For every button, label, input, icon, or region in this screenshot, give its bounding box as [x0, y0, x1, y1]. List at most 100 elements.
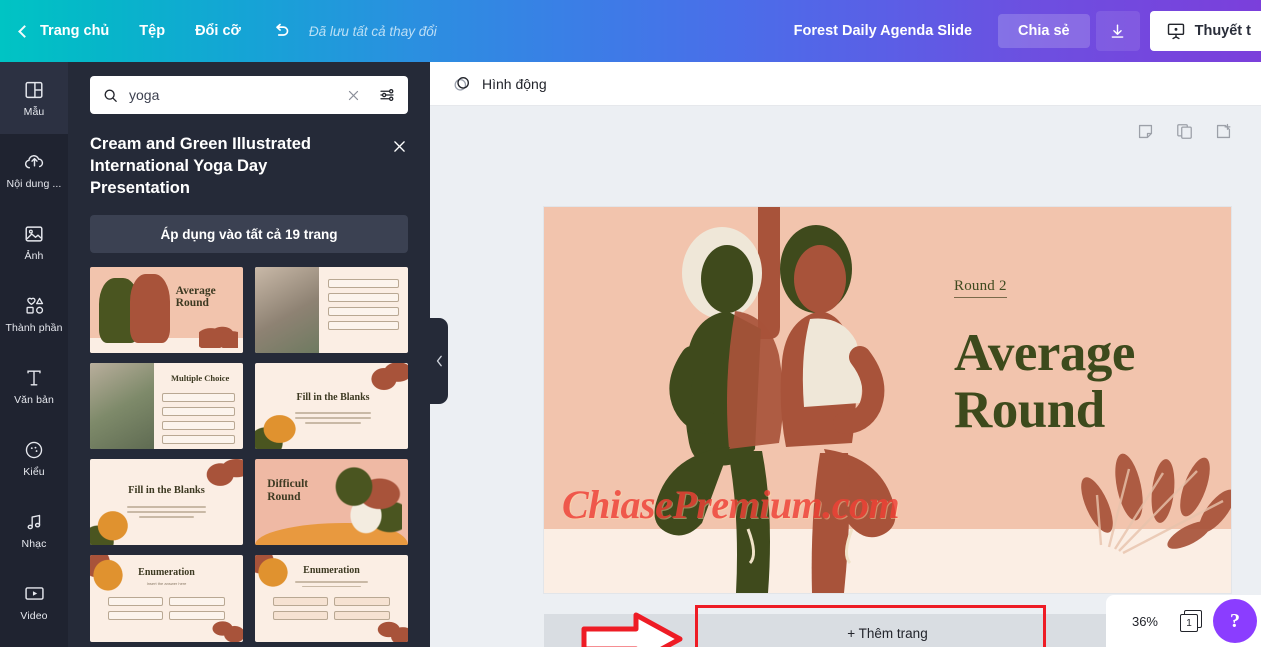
sidebar-label-music: Nhạc	[21, 537, 47, 550]
template-thumbnail[interactable]: Multiple Choice	[90, 363, 243, 450]
template-thumbnail[interactable]: Enumeration	[255, 555, 408, 642]
search-filter-button[interactable]	[375, 86, 396, 104]
canvas-toolbar: Hình động	[430, 62, 1261, 106]
sidebar-label-video: Video	[20, 610, 48, 623]
top-bar-right-group: Forest Daily Agenda Slide Chia sẻ Thuyết…	[768, 0, 1261, 62]
sidebar-item-elements[interactable]: Thành phần	[0, 278, 68, 350]
video-icon	[24, 587, 44, 601]
yoga-illustration	[654, 207, 896, 593]
sidebar-label-uploads: Nội dung ...	[6, 178, 62, 191]
sidebar-item-styles[interactable]: Kiểu	[0, 422, 68, 494]
help-button[interactable]: ?	[1213, 599, 1257, 643]
page-count-icon[interactable]: 1	[1180, 610, 1202, 632]
search-input[interactable]	[129, 87, 332, 103]
thumbnail-title: Fill in the Blanks	[296, 391, 370, 403]
music-note-icon	[27, 514, 41, 530]
canvas-area: Round 2 Average Round ChiasePremium.com …	[430, 106, 1261, 647]
chevron-left-icon	[436, 355, 442, 367]
presentation-screen-icon	[1167, 23, 1184, 40]
sidebar-item-photos[interactable]: Ảnh	[0, 206, 68, 278]
sidebar-label-templates: Mẫu	[23, 105, 45, 118]
slide-canvas[interactable]: Round 2 Average Round ChiasePremium.com	[544, 207, 1231, 593]
resize-button[interactable]: Đổi cỡ	[180, 0, 256, 62]
sidebar-item-templates[interactable]: Mẫu	[0, 62, 68, 134]
thumbnail-title: Difficult Round	[267, 478, 309, 503]
save-status: Đã lưu tất cả thay đổi	[308, 23, 437, 39]
add-page-label: + Thêm trang	[847, 625, 928, 641]
present-button[interactable]: Thuyết t	[1149, 11, 1261, 51]
sliders-filter-icon	[380, 89, 394, 101]
apply-to-all-pages-button[interactable]: Áp dụng vào tất cả 19 trang	[90, 215, 408, 254]
search-icon	[104, 89, 117, 102]
sidebar-item-uploads[interactable]: Nội dung ...	[0, 134, 68, 206]
sidebar-label-text: Văn bản	[14, 393, 54, 406]
upload-cloud-icon	[24, 155, 43, 169]
slide-title-line1: Average	[954, 324, 1135, 382]
animate-circles-icon	[454, 76, 469, 91]
template-thumbnail[interactable]	[255, 267, 408, 354]
page-number: 1	[1180, 614, 1198, 632]
sidebar-item-video[interactable]: Video	[0, 566, 68, 638]
add-page-icon[interactable]	[1214, 122, 1233, 146]
zoom-percent[interactable]: 36%	[1132, 614, 1158, 629]
undo-icon	[276, 23, 289, 36]
panel-header: Cream and Green Illustrated Internationa…	[68, 124, 430, 199]
present-label: Thuyết t	[1194, 23, 1251, 39]
share-button[interactable]: Chia sẻ	[998, 14, 1090, 48]
left-rail: Mẫu Nội dung ... Ảnh Thành phần Văn bản …	[0, 62, 68, 647]
canva-editor-window: Trang chủ Tệp Đổi cỡ Đã lưu tất cả thay …	[0, 0, 1261, 647]
collapse-panel-handle[interactable]	[430, 318, 448, 404]
chevron-left-icon	[18, 24, 31, 38]
close-x-icon	[348, 90, 359, 100]
search-area	[68, 62, 430, 124]
close-x-icon	[394, 141, 405, 152]
resize-label: Đổi cỡ	[195, 23, 241, 39]
slide-text-block[interactable]: Round 2 Average Round	[954, 277, 1204, 438]
home-button[interactable]: Trang chủ	[14, 0, 124, 62]
thumbnail-title: Fill in the Blanks	[128, 485, 205, 497]
slide-title: Average Round	[954, 325, 1204, 438]
thumbnail-title: Enumeration	[303, 564, 360, 576]
templates-panel: Cream and Green Illustrated Internationa…	[68, 62, 430, 647]
document-title[interactable]: Forest Daily Agenda Slide	[768, 23, 998, 39]
thumbnail-title: Multiple Choice	[170, 372, 230, 383]
search-box[interactable]	[90, 76, 408, 114]
undo-button[interactable]	[256, 0, 305, 62]
template-thumbnail[interactable]: Difficult Round	[255, 459, 408, 546]
sidebar-label-photos: Ảnh	[24, 249, 44, 262]
watermark: ChiasePremium.com	[562, 482, 900, 527]
duplicate-page-icon[interactable]	[1175, 122, 1194, 146]
template-thumbnail-grid: Average Round Multiple Choice Fill in th…	[68, 267, 430, 647]
template-thumbnail[interactable]: Fill in the Blanks	[90, 459, 243, 546]
round-label: Round 2	[954, 278, 1007, 298]
elements-icon	[25, 297, 43, 314]
template-set-title: Cream and Green Illustrated Internationa…	[90, 135, 311, 197]
main-area: Hình động Round 2 Average Round ChiasePr…	[430, 62, 1261, 647]
home-label: Trang chủ	[40, 23, 110, 39]
styles-palette-icon	[25, 441, 43, 458]
template-thumbnail[interactable]: Enumeration Insert the answer here	[90, 555, 243, 642]
sidebar-label-elements: Thành phần	[5, 322, 63, 335]
thumbnail-subtitle: Insert the answer here	[146, 581, 187, 587]
apply-label: Áp dụng vào tất cả 19 trang	[160, 226, 338, 242]
sidebar-item-text[interactable]: Văn bản	[0, 350, 68, 422]
help-label: ?	[1230, 609, 1240, 632]
thumbnail-title: Enumeration	[138, 566, 195, 578]
notes-icon[interactable]	[1136, 122, 1155, 146]
sidebar-label-styles: Kiểu	[23, 465, 45, 478]
slide-title-line2: Round	[954, 380, 1105, 439]
template-thumbnail[interactable]: Average Round	[90, 267, 243, 354]
photo-icon	[25, 226, 43, 242]
file-menu-button[interactable]: Tệp	[124, 0, 180, 62]
animate-button[interactable]: Hình động	[446, 70, 553, 98]
download-button[interactable]	[1095, 11, 1140, 51]
templates-icon	[25, 81, 43, 98]
close-panel-button[interactable]	[391, 138, 408, 160]
sidebar-item-music[interactable]: Nhạc	[0, 494, 68, 566]
clear-search-button[interactable]	[342, 88, 365, 103]
top-bar-left-group: Trang chủ Tệp Đổi cỡ Đã lưu tất cả thay …	[0, 0, 437, 62]
download-icon	[1111, 23, 1124, 38]
thumbnail-title: Average Round	[175, 284, 216, 309]
template-thumbnail[interactable]: Fill in the Blanks	[255, 363, 408, 450]
annotation-arrow	[581, 612, 683, 647]
